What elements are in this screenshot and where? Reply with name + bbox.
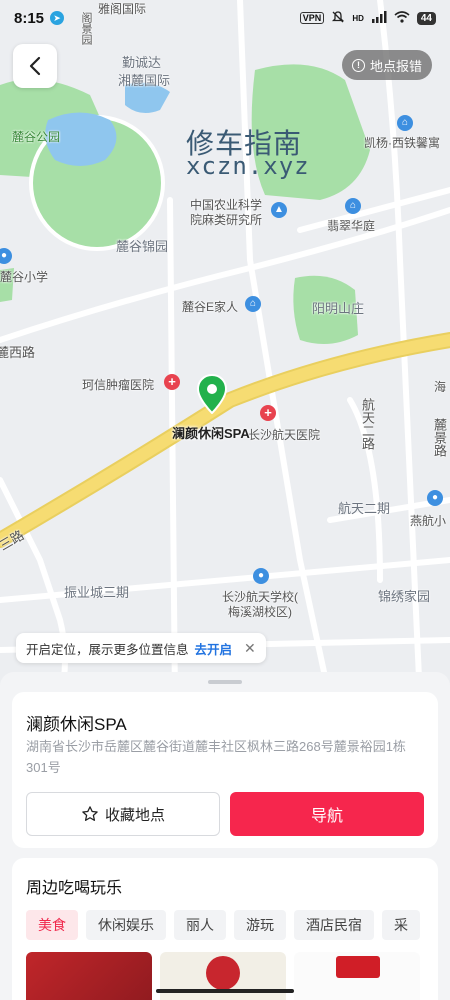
tab-leisure[interactable]: 休闲娱乐 [86, 910, 166, 940]
map-label: 麓谷小学 [0, 270, 49, 284]
school-icon: ● [427, 490, 443, 506]
school-icon: ● [253, 568, 269, 584]
watermark-url: xczn.xyz [186, 152, 310, 180]
road [167, 197, 178, 700]
map-label: 凯杨·西铁馨寓 [364, 136, 440, 150]
map-label: 勤诚达 [122, 55, 162, 70]
map-label: 航天二期 [338, 501, 391, 516]
wifi-icon [394, 10, 410, 26]
back-button[interactable] [13, 44, 57, 88]
tab-more[interactable]: 采 [382, 910, 420, 940]
map-label: 麓谷锦园 [116, 239, 169, 254]
institute-icon: ▲ [271, 202, 287, 218]
report-label: 地点报错 [369, 58, 422, 74]
pin-label: 澜颜休闲SPA [172, 426, 250, 441]
location-tip: 开启定位，展示更多位置信息 去开启 ✕ [16, 633, 266, 663]
navigate-button[interactable]: 导航 [230, 792, 424, 836]
map-label: 珂信肿瘤医院 [82, 378, 155, 392]
battery-icon: 44 [416, 11, 436, 25]
map-label: 阳明山庄 [312, 301, 365, 316]
nearby-title: 周边吃喝玩乐 [26, 880, 123, 897]
navigate-label: 导航 [310, 808, 343, 825]
home-indicator[interactable] [156, 989, 294, 993]
enable-location-link[interactable]: 去开启 [195, 639, 233, 658]
tab-fun[interactable]: 游玩 [234, 910, 286, 940]
map-label: 麓西路 [0, 345, 36, 360]
nearby-thumbnail[interactable] [26, 952, 152, 1000]
nearby-card: 周边吃喝玩乐 美食 休闲娱乐 丽人 游玩 酒店民宿 采 [12, 858, 438, 1000]
map-label: 振业城三期 [64, 585, 130, 600]
map-label: 湘麓国际 [118, 73, 171, 88]
map-label: 锦绣家园 [378, 589, 431, 604]
map-label: 长沙航天医院 [248, 428, 321, 442]
tab-beauty[interactable]: 丽人 [174, 910, 226, 940]
residence-icon: ⌂ [345, 198, 361, 214]
map-label: 翡翠华庭 [327, 219, 376, 233]
close-icon[interactable]: ✕ [244, 640, 256, 657]
map-label: 燕航小 [410, 514, 447, 528]
map-view[interactable]: 修车指南 xczn.xyz 雅阁国际 阁景园 勤诚达 湘麓国际 麓谷公园 ⌂ 凯… [0, 0, 450, 700]
hospital-icon: + [164, 374, 180, 390]
drag-handle[interactable] [208, 680, 242, 684]
map-label: 麓谷E家人 [182, 300, 239, 314]
tab-food[interactable]: 美食 [26, 910, 78, 940]
category-tabs: 美食 休闲娱乐 丽人 游玩 酒店民宿 采 [26, 910, 420, 940]
map-label: 航天二路 [360, 398, 375, 450]
report-location-button[interactable]: ! 地点报错 [341, 50, 432, 80]
place-card: 澜颜休闲SPA 湖南省长沙市岳麓区麓谷街道麓丰社区枫林三路268号麓景裕园1栋3… [12, 692, 438, 848]
favorite-button[interactable]: 收藏地点 [26, 792, 220, 836]
status-bar: 8:15 ➤ VPN HD 44 [0, 0, 450, 36]
info-icon: ! [351, 58, 365, 72]
location-pin-icon[interactable] [197, 374, 227, 414]
home-icon: ⌂ [245, 296, 261, 312]
place-address: 湖南省长沙市岳麓区麓谷街道麓丰社区枫林三路268号麓景裕园1栋301号 [26, 739, 406, 775]
hospital-icon: + [260, 405, 276, 421]
map-label: 梅溪湖校区) [228, 605, 292, 619]
map-label: 院麻类研究所 [190, 213, 263, 227]
apartment-icon: ⌂ [397, 115, 413, 131]
signal-icon [371, 10, 387, 26]
map-label: 海 [434, 380, 447, 394]
map-label: 麓景路 [432, 418, 447, 457]
telegram-icon: ➤ [50, 11, 65, 25]
bottom-sheet[interactable]: 澜颜休闲SPA 湖南省长沙市岳麓区麓谷街道麓丰社区枫林三路268号麓景裕园1栋3… [0, 672, 450, 1000]
nearby-thumbnail[interactable] [294, 952, 420, 1000]
chevron-left-icon [29, 56, 41, 76]
star-icon [82, 806, 98, 821]
map-label: 麓谷公园 [12, 130, 61, 144]
status-time: 8:15 [14, 9, 45, 27]
hd-badge: HD [352, 13, 364, 23]
tab-hotel[interactable]: 酒店民宿 [294, 910, 374, 940]
location-tip-text: 开启定位，展示更多位置信息 [26, 642, 189, 657]
place-name: 澜颜休闲SPA [26, 715, 127, 734]
favorite-label: 收藏地点 [104, 806, 165, 824]
mute-icon [331, 10, 345, 27]
vpn-icon: VPN [299, 12, 325, 24]
